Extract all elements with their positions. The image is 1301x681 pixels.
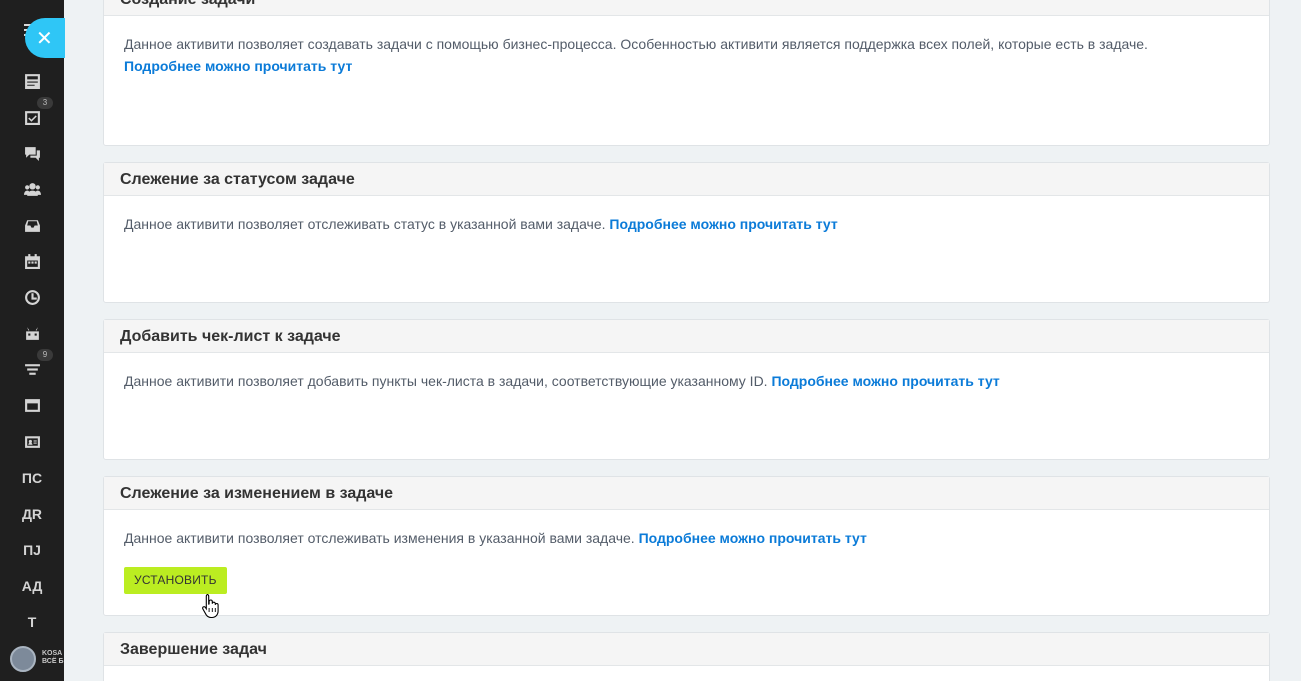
- sidebar-item-pj[interactable]: ПJ: [10, 538, 54, 562]
- close-slider-button[interactable]: ✕: [25, 18, 65, 58]
- card-complete-tasks: Завершение задач: [103, 632, 1270, 681]
- tasks-icon[interactable]: 3: [20, 97, 53, 129]
- calendar-icon[interactable]: [20, 249, 44, 273]
- card-add-checklist: Добавить чек-лист к задаче Данное активи…: [103, 319, 1270, 460]
- read-more-link[interactable]: Подробнее можно прочитать тут: [771, 373, 999, 389]
- card-title: Добавить чек-лист к задаче: [104, 320, 1269, 353]
- company-logo-text-line-1: KOSA: [42, 650, 63, 657]
- window-icon[interactable]: [20, 393, 44, 417]
- card-description: Данное активити позволяет отслеживать из…: [124, 530, 635, 546]
- card-title: Слежение за статусом задаче: [104, 163, 1269, 196]
- sidebar-item-t[interactable]: Т: [10, 610, 54, 634]
- contact-card-icon[interactable]: [20, 429, 44, 453]
- close-icon: ✕: [36, 26, 53, 50]
- funnel-badge: 9: [37, 349, 53, 361]
- clock-icon[interactable]: [20, 285, 44, 309]
- card-title: Слежение за изменением в задаче: [104, 477, 1269, 510]
- company-logo[interactable]: [10, 646, 36, 672]
- funnel-icon[interactable]: 9: [20, 349, 53, 381]
- sidebar-item-dr[interactable]: ДR: [10, 502, 54, 526]
- install-button[interactable]: УСТАНОВИТЬ: [124, 567, 227, 594]
- chat-icon[interactable]: [20, 141, 44, 165]
- tasks-badge: 3: [37, 97, 53, 109]
- card-title: Завершение задач: [104, 633, 1269, 666]
- left-sidebar: 3 9 ПС ДR ПJ АД Т KOSA ВСЁ Б: [0, 0, 64, 681]
- company-logo-text: KOSA ВСЁ Б: [42, 650, 64, 666]
- card-description: Данное активити позволяет создавать зада…: [124, 36, 1148, 52]
- card-body: Данное активити позволяет создавать зада…: [104, 16, 1269, 77]
- company-logo-text-line-2: ВСЁ Б: [42, 658, 64, 665]
- feed-icon[interactable]: [20, 69, 44, 93]
- card-task-change-tracking: Слежение за изменением в задаче Данное а…: [103, 476, 1270, 616]
- sidebar-item-ad[interactable]: АД: [10, 574, 54, 598]
- sidebar-item-ps[interactable]: ПС: [10, 466, 54, 490]
- card-body: Данное активити позволяет отслеживать из…: [104, 510, 1269, 594]
- card-body: Данное активити позволяет добавить пункт…: [104, 353, 1269, 392]
- card-task-status-tracking: Слежение за статусом задаче Данное актив…: [103, 162, 1270, 303]
- card-body: Данное активити позволяет отслеживать ст…: [104, 196, 1269, 235]
- card-title: Создание задачи: [104, 0, 1269, 16]
- read-more-link[interactable]: Подробнее можно прочитать тут: [609, 216, 837, 232]
- read-more-link[interactable]: Подробнее можно прочитать тут: [639, 530, 867, 546]
- card-create-task: Создание задачи Данное активити позволяе…: [103, 0, 1270, 146]
- group-icon[interactable]: [20, 177, 44, 201]
- inbox-icon[interactable]: [20, 213, 44, 237]
- hand-cursor-icon: [202, 593, 219, 619]
- card-description: Данное активити позволяет отслеживать ст…: [124, 216, 606, 232]
- card-description: Данное активити позволяет добавить пункт…: [124, 373, 768, 389]
- robot-icon[interactable]: [20, 321, 44, 345]
- read-more-link[interactable]: Подробнее можно прочитать тут: [124, 58, 352, 74]
